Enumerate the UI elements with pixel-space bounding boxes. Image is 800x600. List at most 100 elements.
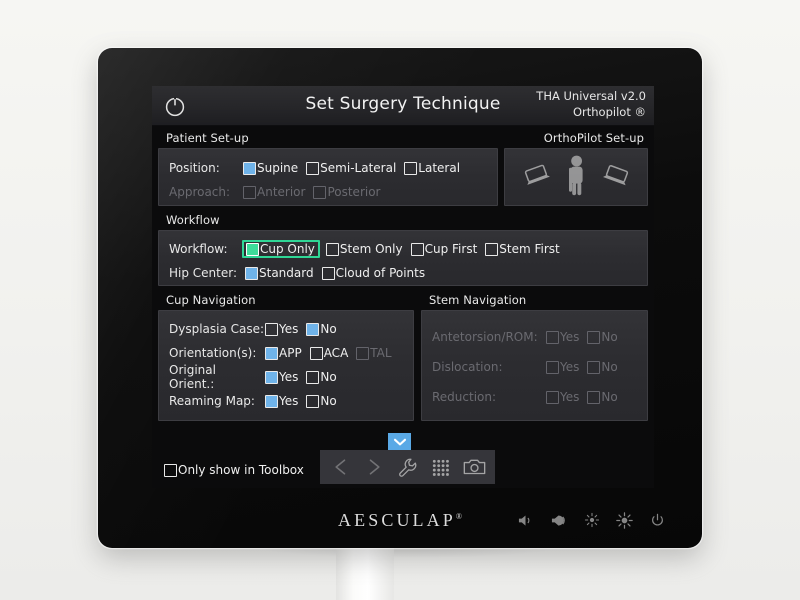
volume-up-icon[interactable] [550, 512, 567, 529]
workflow-selected-highlight[interactable]: Cup Only [242, 240, 320, 258]
checkbox-stem-only[interactable]: Stem Only [325, 242, 403, 256]
stem-navigation-label: Stem Navigation [429, 293, 527, 307]
checkbox-label: Yes [560, 390, 580, 404]
camera-tilt-right-icon [601, 162, 631, 192]
checkbox-label: Yes [279, 394, 299, 408]
patient-figure-icon [564, 154, 588, 200]
orientations-label: Orientation(s): [169, 346, 257, 360]
application-screen: Set Surgery Technique THA Universal v2.0… [152, 86, 654, 488]
cup-navigation-group: Cup Navigation Dysplasia Case: Yes No Or… [158, 290, 414, 421]
checkbox-semi-lateral[interactable]: Semi-Lateral [306, 161, 396, 175]
checkbox-dysplasia-yes[interactable]: Yes [265, 322, 298, 336]
checkbox-stem-first[interactable]: Stem First [485, 242, 560, 256]
checkbox-label: Stem Only [339, 242, 403, 256]
checkbox-box [306, 370, 320, 384]
top-section-row: Patient Set-up Position: Supine Semi-Lat… [152, 126, 654, 206]
cup-navigation-label: Cup Navigation [166, 293, 256, 307]
approach-row-label: Approach: [169, 185, 231, 199]
checkbox-label: Stem First [499, 242, 560, 256]
title-bar: Set Surgery Technique THA Universal v2.0… [152, 86, 654, 126]
original-orientation-label: Original Orient.: [169, 363, 216, 391]
checkbox-label: Standard [259, 266, 314, 280]
brand-registered-mark: ® [455, 511, 462, 521]
checkbox-box [587, 360, 601, 374]
checkbox-supine[interactable]: Supine [243, 161, 298, 175]
brightness-down-icon[interactable] [583, 512, 600, 529]
checkbox-label: Yes [560, 360, 580, 374]
system-name: Orthopilot ® [572, 104, 646, 119]
monitor-stand [336, 548, 394, 600]
checkbox-box [546, 390, 559, 404]
reaming-map-label: Reaming Map: [169, 394, 255, 408]
bottom-bar: Only show in Toolbox [152, 433, 654, 488]
orthopilot-setup-panel[interactable] [504, 148, 648, 206]
reduction-row: Reduction: Yes No [432, 382, 647, 412]
workflow-panel: Workflow: Cup Only Stem Only Cup First S… [158, 230, 648, 286]
back-icon[interactable] [326, 453, 356, 481]
patient-setup-group: Patient Set-up Position: Supine Semi-Lat… [158, 128, 498, 206]
reduction-label: Reduction: [432, 390, 497, 404]
dysplasia-case-label: Dysplasia Case: [169, 322, 265, 336]
original-orientation-row: Original Orient.: Yes No [169, 363, 413, 391]
checkbox-dislocation-yes: Yes [546, 360, 579, 374]
checkbox-antetorsion-no: No [587, 330, 618, 344]
checkbox-box [325, 242, 339, 256]
antetorsion-rom-row: Antetorsion/ROM: Yes No [432, 322, 647, 352]
tool-bar [320, 450, 495, 484]
approach-row: Approach: Anterior Posterior [169, 180, 497, 204]
checkbox-box [587, 330, 601, 344]
antetorsion-rom-label: Antetorsion/ROM: [432, 330, 538, 344]
checkbox-tal: TAL [356, 346, 392, 360]
checkbox-label: Yes [560, 330, 580, 344]
checkbox-original-orient-yes[interactable]: Yes [265, 370, 298, 384]
dysplasia-case-row: Dysplasia Case: Yes No [169, 317, 413, 341]
product-name: THA Universal v2.0 [536, 89, 646, 103]
checkbox-box [243, 185, 256, 199]
checkbox-box [306, 161, 320, 175]
checkbox-posterior: Posterior [313, 185, 381, 199]
checkbox-box [245, 266, 258, 280]
workflow-row-label: Workflow: [169, 242, 228, 256]
checkbox-cloud-of-points[interactable]: Cloud of Points [321, 266, 425, 280]
hip-center-row: Hip Center: Standard Cloud of Points [169, 261, 647, 285]
keypad-grid-icon[interactable] [426, 453, 456, 481]
checkbox-label: Only show in Toolbox [178, 463, 304, 477]
workflow-group: Workflow Workflow: Cup Only Stem Only Cu… [152, 206, 654, 286]
stem-navigation-group: Stem Navigation Antetorsion/ROM: Yes No [421, 290, 648, 421]
checkbox-box [265, 346, 278, 360]
checkbox-antetorsion-yes: Yes [546, 330, 579, 344]
checkbox-reaming-map-yes[interactable]: Yes [265, 394, 298, 408]
checkbox-original-orient-no[interactable]: No [306, 370, 337, 384]
settings-content: Patient Set-up Position: Supine Semi-Lat… [152, 126, 654, 488]
forward-icon[interactable] [359, 453, 389, 481]
checkbox-box [546, 330, 559, 344]
wrench-icon[interactable] [392, 453, 422, 481]
orientations-row: Orientation(s): APP ACA TAL [169, 341, 413, 365]
checkbox-box [546, 360, 559, 374]
brand-name: AESCULAP [338, 509, 456, 530]
checkbox-lateral[interactable]: Lateral [404, 161, 460, 175]
checkbox-aca[interactable]: ACA [309, 346, 348, 360]
checkbox-label: Cup First [424, 242, 478, 256]
checkbox-standard[interactable]: Standard [245, 266, 314, 280]
checkbox-dysplasia-no[interactable]: No [306, 322, 337, 336]
dislocation-row: Dislocation: Yes No [432, 352, 647, 382]
reaming-map-row: Reaming Map: Yes No [169, 389, 413, 413]
volume-down-icon[interactable] [517, 512, 534, 529]
checkbox-box [246, 242, 259, 256]
checkbox-app[interactable]: APP [265, 346, 302, 360]
workflow-row: Workflow: Cup Only Stem Only Cup First S… [169, 237, 647, 261]
checkbox-reduction-no: No [587, 390, 618, 404]
checkbox-reaming-map-no[interactable]: No [306, 394, 337, 408]
checkbox-only-show-in-toolbox[interactable]: Only show in Toolbox [164, 463, 304, 477]
camera-icon[interactable] [459, 453, 489, 481]
checkbox-cup-first[interactable]: Cup First [410, 242, 478, 256]
bezel-button-group [517, 511, 666, 529]
brightness-up-icon[interactable] [616, 511, 633, 529]
checkbox-box [265, 370, 278, 384]
chevron-down-icon[interactable] [388, 433, 411, 450]
power-icon[interactable] [649, 512, 666, 529]
patient-setup-panel: Position: Supine Semi-Lateral Lateral Ap… [158, 148, 498, 206]
navigation-section-row: Cup Navigation Dysplasia Case: Yes No Or… [152, 286, 654, 421]
checkbox-cup-only[interactable]: Cup Only [246, 242, 315, 256]
